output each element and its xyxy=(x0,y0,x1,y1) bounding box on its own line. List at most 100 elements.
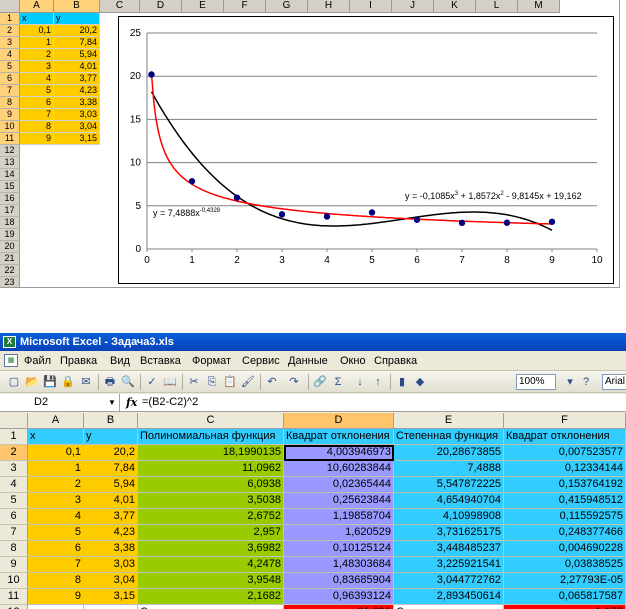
row-header-10[interactable]: 10 xyxy=(0,573,28,589)
data-cell[interactable]: 3,38 xyxy=(54,97,100,109)
data-cell-a[interactable]: 9 xyxy=(28,589,84,605)
data-cell[interactable]: 2 xyxy=(20,49,54,61)
row-header-1[interactable]: 1 xyxy=(0,429,28,445)
data-cell-e[interactable]: 3,731625175 xyxy=(394,525,504,541)
data-cell[interactable]: 3,03 xyxy=(54,109,100,121)
row-header-7[interactable]: 7 xyxy=(0,525,28,541)
data-cell-c[interactable]: 18,1990135 xyxy=(138,445,284,461)
spelling-icon[interactable]: ✓ xyxy=(144,374,160,390)
data-cell-c[interactable]: 11,0962 xyxy=(138,461,284,477)
data-cell-f[interactable]: 0,03838525 xyxy=(504,557,626,573)
open-icon[interactable]: 📂 xyxy=(24,374,40,390)
data-cell-e[interactable]: 5,547872225 xyxy=(394,477,504,493)
paste-icon[interactable]: 📋 xyxy=(222,374,238,390)
name-box-dropdown-icon[interactable]: ▼ xyxy=(108,394,116,411)
sum-poly-cell[interactable]: 21,091 xyxy=(284,605,394,609)
data-cell[interactable]: 1 xyxy=(20,37,54,49)
data-cell-f[interactable]: 0,248377466 xyxy=(504,525,626,541)
new-icon[interactable]: ▢ xyxy=(6,374,22,390)
row-header-6[interactable]: 6 xyxy=(0,73,20,85)
row-header-5[interactable]: 5 xyxy=(0,493,28,509)
data-cell-e[interactable]: 7,4888 xyxy=(394,461,504,477)
data-cell-b[interactable]: 3,77 xyxy=(84,509,138,525)
data-cell-f[interactable]: 0,153764192 xyxy=(504,477,626,493)
row-header-5[interactable]: 5 xyxy=(0,61,20,73)
chart-wizard-icon[interactable]: ▮ xyxy=(394,374,410,390)
data-cell-a[interactable]: 0,1 xyxy=(28,445,84,461)
data-cell-e[interactable]: 4,10998908 xyxy=(394,509,504,525)
column-header-d[interactable]: D xyxy=(284,413,394,429)
data-cell-a[interactable]: 3 xyxy=(28,493,84,509)
column-header-i[interactable]: I xyxy=(350,0,392,13)
data-cell-c[interactable]: 4,2478 xyxy=(138,557,284,573)
data-cell-d[interactable]: 1,620529 xyxy=(284,525,394,541)
column-header-m[interactable]: M xyxy=(518,0,560,13)
column-header-g[interactable]: G xyxy=(266,0,308,13)
menu-edit[interactable]: Правка xyxy=(60,354,97,368)
column-header-b[interactable]: B xyxy=(54,0,100,13)
column-header-e[interactable]: E xyxy=(394,413,504,429)
format-painter-icon[interactable]: 🖌 xyxy=(240,374,256,390)
data-cell-d[interactable]: 0,83685904 xyxy=(284,573,394,589)
row-header-11[interactable]: 11 xyxy=(0,133,20,145)
data-cell-a[interactable]: 8 xyxy=(28,573,84,589)
row-header-12[interactable]: 12 xyxy=(0,605,28,609)
data-cell-d[interactable]: 0,10125124 xyxy=(284,541,394,557)
row-header-3[interactable]: 3 xyxy=(0,37,20,49)
help-icon[interactable]: ? xyxy=(578,374,594,390)
data-cell-f[interactable]: 0,415948512 xyxy=(504,493,626,509)
data-cell-b[interactable]: 3,03 xyxy=(84,557,138,573)
row-header-2[interactable]: 2 xyxy=(0,445,28,461)
data-cell-c[interactable]: 3,9548 xyxy=(138,573,284,589)
data-cell[interactable]: 7,84 xyxy=(54,37,100,49)
data-cell-f[interactable]: 0,115592575 xyxy=(504,509,626,525)
name-box[interactable]: D2 xyxy=(0,394,120,411)
data-cell-b[interactable]: 20,2 xyxy=(84,445,138,461)
data-cell-c[interactable]: 2,1682 xyxy=(138,589,284,605)
column-header-c[interactable]: C xyxy=(138,413,284,429)
row-header-23[interactable]: 23 xyxy=(0,277,20,287)
row-header-12[interactable]: 12 xyxy=(0,145,20,157)
row-header-4[interactable]: 4 xyxy=(0,49,20,61)
scatter-chart[interactable]: 0 5 10 15 20 25 0 1 2 3 4 5 6 7 8 9 10 y = 7,4888x-0,4328… xyxy=(118,16,614,284)
menu-help[interactable]: Справка xyxy=(374,354,417,368)
data-cell-a[interactable]: 5 xyxy=(28,525,84,541)
save-icon[interactable]: 💾 xyxy=(42,374,58,390)
row-header-11[interactable]: 11 xyxy=(0,589,28,605)
row-header-8[interactable]: 8 xyxy=(0,97,20,109)
data-cell[interactable]: 6 xyxy=(20,97,54,109)
cut-icon[interactable]: ✂ xyxy=(186,374,202,390)
data-cell-b[interactable]: 7,84 xyxy=(84,461,138,477)
data-cell-d[interactable]: 1,19858704 xyxy=(284,509,394,525)
data-cell-f[interactable]: 0,065817587 xyxy=(504,589,626,605)
menu-file[interactable]: Файл xyxy=(24,354,51,368)
data-cell-c[interactable]: 2,957 xyxy=(138,525,284,541)
data-cell-c[interactable]: 3,5038 xyxy=(138,493,284,509)
empty-cell[interactable] xyxy=(84,605,138,609)
data-cell-d[interactable]: 0,25623844 xyxy=(284,493,394,509)
data-cell[interactable]: 20,2 xyxy=(54,25,100,37)
data-cell-f[interactable]: 0,007523577 xyxy=(504,445,626,461)
menu-data[interactable]: Данные xyxy=(288,354,328,368)
header-cell[interactable]: x xyxy=(20,13,54,25)
data-cell[interactable]: 5 xyxy=(20,85,54,97)
data-cell-d[interactable]: 0,02365444 xyxy=(284,477,394,493)
row-header-20[interactable]: 20 xyxy=(0,241,20,253)
data-cell-d[interactable]: 4,003946973 xyxy=(284,445,394,461)
data-cell-e[interactable]: 20,28673855 xyxy=(394,445,504,461)
row-header-7[interactable]: 7 xyxy=(0,85,20,97)
sum-power-cell[interactable]: 1,173 xyxy=(504,605,626,609)
column-header-f[interactable]: F xyxy=(224,0,266,13)
column-header-b[interactable]: B xyxy=(84,413,138,429)
data-cell-e[interactable]: 3,448485237 xyxy=(394,541,504,557)
data-cell[interactable]: 4,01 xyxy=(54,61,100,73)
data-cell-a[interactable]: 2 xyxy=(28,477,84,493)
menu-tools[interactable]: Сервис xyxy=(242,354,280,368)
data-cell[interactable]: 7 xyxy=(20,109,54,121)
data-cell-c[interactable]: 6,0938 xyxy=(138,477,284,493)
column-header-c[interactable]: C xyxy=(100,0,140,13)
data-cell[interactable]: 3,15 xyxy=(54,133,100,145)
column-header-k[interactable]: K xyxy=(434,0,476,13)
row-header-4[interactable]: 4 xyxy=(0,477,28,493)
header-cell-c[interactable]: Полиномиальная функция xyxy=(138,429,284,445)
